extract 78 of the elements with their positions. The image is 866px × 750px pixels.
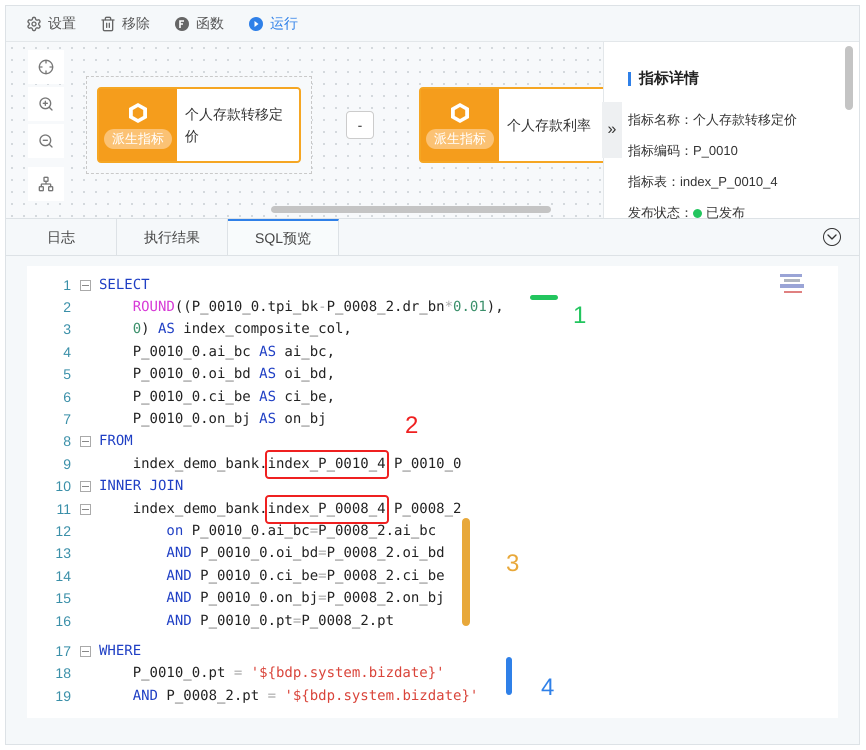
operator-button[interactable]: - [346,111,374,139]
gear-icon [26,16,42,32]
zoom-out-icon[interactable] [38,133,54,149]
tab[interactable]: 日志 [6,219,117,255]
line-number: 10 [54,477,71,496]
node-card[interactable]: 派生指标 个人存款转移定价 [97,87,301,163]
line-number: 11 [55,500,71,519]
line-number: 5 [62,365,71,384]
field-value: 个人存款转移定价 [693,111,797,130]
toolbar-button[interactable]: 设置 [26,13,76,34]
code-line: ROUND((P_0010_0.tpi_bk-P_0008_2.dr_bn*0.01), [132,299,504,316]
line-number: 14 [54,566,71,586]
line-number: 6 [62,388,71,407]
collapse-icon[interactable] [823,228,841,246]
annotation-number: 2 [405,414,418,438]
line-number: 4 [62,342,71,362]
code-line: 0) AS index_composite_col, [132,321,352,338]
node-badge: 派生指标 [426,129,494,149]
hexagon-icon [448,101,472,125]
line-number: 9 [62,454,71,474]
field-value: P_0010 [693,142,738,160]
annotation-number: 1 [573,304,586,328]
field-label: 发布状态： [628,204,693,222]
line-number: 15 [54,589,71,608]
node-badge: 派生指标 [104,129,172,149]
code-line: AND P_0010_0.ci_be=P_0008_2.ci_be [165,568,445,584]
code-line: AND P_0010_0.pt=P_0008_2.pt [165,612,394,629]
code-line: P_0010_0.pt = '${bdp.system.bizdate}' [132,665,445,682]
field-label: 指标名称： [628,111,693,130]
annotation-number: 3 [506,552,520,576]
code-line: P_0010_0.on_bj AS on_bj [132,411,327,428]
code-line: P_0010_0.ai_bc AS ai_bc, [132,344,336,360]
field-label: 指标表： [628,173,680,192]
code-line: on P_0010_0.ai_bc=P_0008_2.ai_bc [165,522,436,539]
line-number: 12 [54,522,71,541]
code-line: P_0010_0.oi_bd AS oi_bd, [132,366,336,382]
line-number: 2 [62,298,71,318]
node-card[interactable]: 派生指标 个人存款利率 [419,87,603,163]
code-line: AND P_0010_0.oi_bd=P_0008_2.oi_bd [165,545,445,562]
toolbar-button[interactable]: 移除 [100,13,150,34]
line-number: 18 [54,664,71,684]
code-line: FROM [99,433,133,450]
code-line: SELECT [99,276,150,293]
line-number: 13 [54,544,71,564]
panel-title: 指标详情 [639,69,699,89]
line-number: 16 [54,612,71,631]
collapse-panel-button[interactable]: » [602,102,622,158]
toolbar-button[interactable]: 函数 [174,13,224,34]
annotation-number: 4 [541,676,554,700]
trash-icon [100,16,116,32]
code-line: AND P_0008_2.pt = '${bdp.system.bizdate}' [132,688,478,704]
code-line: P_0010_0.ci_be AS ci_be, [132,388,336,405]
code-line: index_demo_bank.index_P_0008_4 P_0008_2 [132,500,462,517]
node-label: 个人存款利率 [506,116,592,135]
locate-icon[interactable] [38,59,54,75]
line-number: 7 [62,410,71,430]
line-number: 1 [62,276,71,295]
line-number: 17 [54,642,71,661]
toolbar-button[interactable]: 运行 [248,13,298,34]
function-icon [174,16,190,32]
code-line: INNER JOIN [99,478,184,494]
line-number: 3 [62,320,71,340]
field-label: 指标编码： [628,142,693,160]
code-line: AND P_0010_0.on_bj=P_0008_2.on_bj [165,590,445,606]
play-icon [248,16,264,32]
code-line: WHERE [99,642,142,659]
hexagon-icon [126,101,150,125]
zoom-in-icon[interactable] [38,96,54,112]
code-line: index_demo_bank.index_P_0010_4 P_0010_0 [132,456,462,472]
layout-icon[interactable] [38,176,54,192]
line-number: 8 [62,432,71,452]
node-label: 个人存款转移定价 [184,105,284,146]
scrollbar[interactable] [271,206,551,213]
line-number: 19 [54,686,71,706]
field-value: index_P_0010_4 [680,173,778,192]
field-value: 已发布 [706,204,745,222]
tab[interactable]: SQL预览 [228,219,339,255]
scrollbar[interactable] [845,46,853,110]
